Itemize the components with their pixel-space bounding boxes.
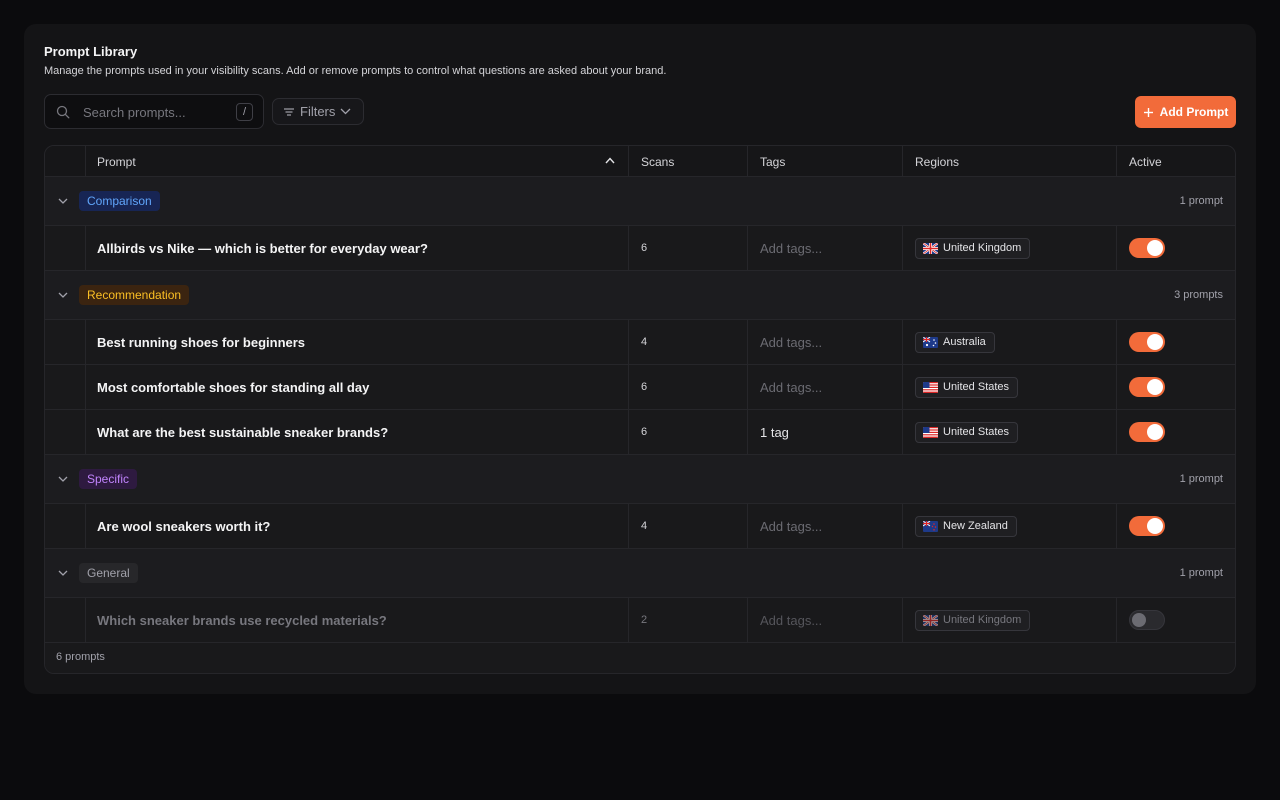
chevron-down-icon[interactable] xyxy=(57,473,69,485)
table-footer: 6 prompts xyxy=(45,643,1235,673)
column-header-prompt[interactable]: Prompt xyxy=(97,146,627,177)
region-label: United Kingdom xyxy=(943,614,1022,626)
chevron-down-icon[interactable] xyxy=(57,289,69,301)
active-toggle[interactable] xyxy=(1129,516,1165,536)
group-header-recommendation[interactable]: Recommendation 3 prompts xyxy=(45,271,1235,320)
group-prompt-count: 1 prompt xyxy=(1179,195,1223,207)
column-header-tags[interactable]: Tags xyxy=(760,146,785,177)
scan-count: 6 xyxy=(641,381,648,393)
table-body: Comparison 1 prompt Allbirds vs Nike — w… xyxy=(45,177,1235,643)
chevron-down-icon[interactable] xyxy=(57,195,69,207)
chevron-down-icon[interactable] xyxy=(57,567,69,579)
active-toggle[interactable] xyxy=(1129,332,1165,352)
chevron-down-icon xyxy=(340,108,351,115)
scan-count: 4 xyxy=(641,520,648,532)
prompt-library-card: Prompt Library Manage the prompts used i… xyxy=(24,24,1256,694)
active-toggle[interactable] xyxy=(1129,238,1165,258)
filters-label: Filters xyxy=(300,104,336,119)
au-flag-icon xyxy=(923,336,938,348)
group-header-general[interactable]: General 1 prompt xyxy=(45,549,1235,598)
table-row[interactable]: Are wool sneakers worth it? 4 Add tags..… xyxy=(45,504,1235,549)
region-chip[interactable]: Australia xyxy=(915,331,995,353)
plus-icon xyxy=(1143,107,1153,117)
group-badge: General xyxy=(79,563,138,583)
page-subtitle: Manage the prompts used in your visibili… xyxy=(44,65,667,77)
uk-flag-icon xyxy=(923,242,938,254)
active-toggle[interactable] xyxy=(1129,610,1165,630)
column-prompt-label: Prompt xyxy=(97,154,136,169)
region-label: New Zealand xyxy=(943,520,1008,532)
filters-button[interactable]: Filters xyxy=(272,98,364,125)
column-header-regions[interactable]: Regions xyxy=(915,146,959,177)
scan-count: 6 xyxy=(641,426,648,438)
us-flag-icon xyxy=(923,381,938,393)
tags-field[interactable]: 1 tag xyxy=(760,425,789,440)
group-prompt-count: 1 prompt xyxy=(1179,567,1223,579)
group-header-comparison[interactable]: Comparison 1 prompt xyxy=(45,177,1235,226)
table-row[interactable]: Allbirds vs Nike — which is better for e… xyxy=(45,226,1235,271)
region-label: United States xyxy=(943,426,1010,438)
group-badge: Recommendation xyxy=(79,285,190,305)
filter-icon xyxy=(284,107,294,116)
prompt-text[interactable]: Most comfortable shoes for standing all … xyxy=(97,380,369,395)
active-toggle[interactable] xyxy=(1129,422,1165,442)
search-input[interactable] xyxy=(83,103,228,121)
scan-count: 2 xyxy=(641,614,648,626)
tags-field[interactable]: Add tags... xyxy=(760,380,822,395)
search-shortcut-key: / xyxy=(236,103,253,121)
table-row[interactable]: What are the best sustainable sneaker br… xyxy=(45,410,1235,455)
region-chip[interactable]: United Kingdom xyxy=(915,609,1031,631)
scan-count: 4 xyxy=(641,336,648,348)
column-header-scans[interactable]: Scans xyxy=(641,146,674,177)
group-badge: Specific xyxy=(79,469,138,489)
prompt-text[interactable]: Allbirds vs Nike — which is better for e… xyxy=(97,241,428,256)
group-header-specific[interactable]: Specific 1 prompt xyxy=(45,455,1235,504)
active-toggle[interactable] xyxy=(1129,377,1165,397)
region-chip[interactable]: United States xyxy=(915,376,1019,398)
us-flag-icon xyxy=(923,426,938,438)
region-chip[interactable]: New Zealand xyxy=(915,515,1017,537)
uk-flag-icon xyxy=(923,614,938,626)
prompts-table: Prompt Scans Tags Regions Active Compari… xyxy=(44,145,1236,674)
table-row[interactable]: Best running shoes for beginners 4 Add t… xyxy=(45,320,1235,365)
scan-count: 6 xyxy=(641,242,648,254)
search-icon xyxy=(56,105,70,119)
prompt-text[interactable]: What are the best sustainable sneaker br… xyxy=(97,425,388,440)
column-header-active[interactable]: Active xyxy=(1129,146,1162,177)
group-badge: Comparison xyxy=(79,191,160,211)
region-chip[interactable]: United Kingdom xyxy=(915,237,1031,259)
table-header: Prompt Scans Tags Regions Active xyxy=(45,146,1235,177)
region-chip[interactable]: United States xyxy=(915,421,1019,443)
nz-flag-icon xyxy=(923,520,938,532)
add-prompt-button[interactable]: Add Prompt xyxy=(1135,96,1236,128)
search-box[interactable]: / xyxy=(44,94,264,129)
group-prompt-count: 3 prompts xyxy=(1174,289,1223,301)
tags-field[interactable]: Add tags... xyxy=(760,613,822,628)
prompt-text[interactable]: Which sneaker brands use recycled materi… xyxy=(97,613,387,628)
tags-field[interactable]: Add tags... xyxy=(760,335,822,350)
chevron-up-icon xyxy=(605,157,615,164)
prompt-text[interactable]: Best running shoes for beginners xyxy=(97,335,305,350)
tags-field[interactable]: Add tags... xyxy=(760,241,822,256)
region-label: United States xyxy=(943,381,1010,393)
prompt-total-count: 6 prompts xyxy=(56,651,105,663)
table-row[interactable]: Most comfortable shoes for standing all … xyxy=(45,365,1235,410)
region-label: Australia xyxy=(943,336,986,348)
page-title: Prompt Library xyxy=(44,44,138,59)
table-row[interactable]: Which sneaker brands use recycled materi… xyxy=(45,598,1235,643)
prompt-text[interactable]: Are wool sneakers worth it? xyxy=(97,519,270,534)
add-prompt-label: Add Prompt xyxy=(1159,105,1229,119)
group-prompt-count: 1 prompt xyxy=(1179,473,1223,485)
region-label: United Kingdom xyxy=(943,242,1022,254)
tags-field[interactable]: Add tags... xyxy=(760,519,822,534)
